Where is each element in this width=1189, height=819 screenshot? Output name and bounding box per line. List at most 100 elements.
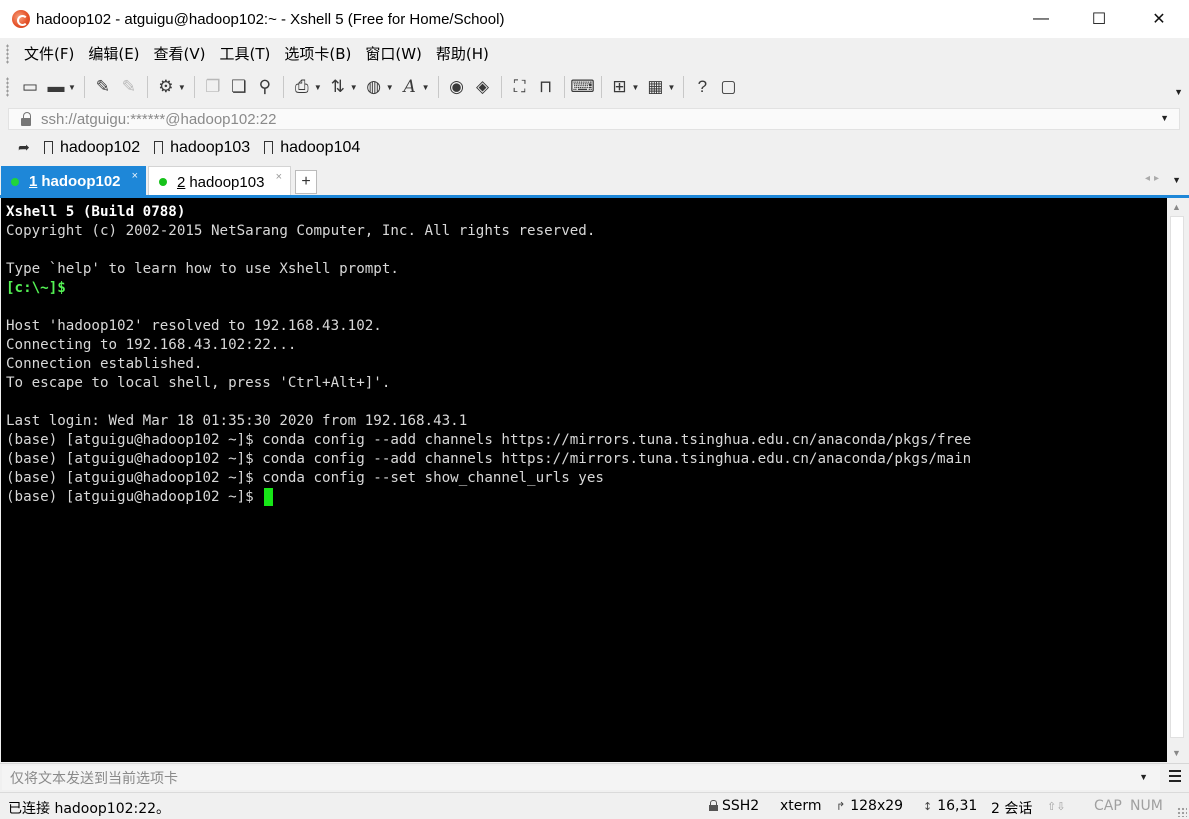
window-title: hadoop102 - atguigu@hadoop102:~ - Xshell… [36, 10, 505, 28]
open-button[interactable]: ▬ ▼ [46, 75, 76, 99]
close-button[interactable]: ✕ [1130, 0, 1188, 38]
address-value: ssh://atguigu:******@hadoop102:22 [41, 110, 277, 128]
transfer-icon: ⇅ [330, 77, 345, 96]
scroll-down-icon[interactable]: ▼ [1172, 748, 1181, 758]
xagent-button[interactable]: ◈ [473, 75, 493, 99]
terminal-line: Copyright (c) 2002-2015 NetSarang Comput… [6, 223, 596, 239]
cursor-position-icon: ↕ [923, 800, 933, 813]
chevron-down-icon[interactable]: ▼ [68, 83, 76, 92]
menu-edit[interactable]: 编辑(E) [81, 43, 146, 64]
menu-tools[interactable]: 工具(T) [213, 43, 278, 64]
address-bar: ssh://atguigu:******@hadoop102:22 ▼ [0, 105, 1189, 132]
terminal-line: Last login: Wed Mar 18 01:35:30 2020 fro… [6, 413, 468, 429]
new-session-button[interactable]: ▭ [20, 75, 40, 99]
layout-button[interactable]: ▦ ▼ [645, 75, 675, 99]
open-folder-icon: ▬ [47, 77, 65, 96]
scroll-up-icon[interactable]: ▲ [1172, 202, 1181, 212]
link-hadoop103[interactable]: hadoop103 [154, 139, 250, 157]
menu-help[interactable]: 帮助(H) [429, 43, 496, 64]
properties-button[interactable]: ⚙ ▼ [156, 75, 186, 99]
bookmark-icon [44, 141, 53, 155]
find-button[interactable]: ⚲ [255, 75, 275, 99]
terminal-line: (base) [atguigu@hadoop102 ~]$ conda conf… [6, 470, 604, 486]
terminal-line: Host 'hadoop102' resolved to 192.168.43.… [6, 318, 382, 334]
terminal-line: To escape to local shell, press 'Ctrl+Al… [6, 375, 391, 391]
resize-arrow-icon: ↱ [836, 800, 846, 813]
font-icon: A [403, 77, 416, 97]
new-tab-button[interactable]: + [295, 170, 317, 194]
terminal-cursor [264, 488, 274, 506]
tab-close-icon[interactable]: × [132, 170, 138, 182]
chevron-down-icon[interactable]: ▼ [178, 83, 186, 92]
chevron-down-icon[interactable]: ▼ [386, 83, 394, 92]
chevron-down-icon[interactable]: ▼ [1139, 772, 1148, 782]
copy-button[interactable]: ❐ [203, 75, 223, 99]
menu-file[interactable]: 文件(F) [17, 43, 81, 64]
tab-scroll-arrows-icon[interactable]: ◂▸ [1145, 173, 1163, 184]
tab-hadoop103[interactable]: 2 hadoop103 × [148, 166, 291, 197]
tab-close-icon[interactable]: × [276, 171, 282, 183]
chevron-down-icon[interactable]: ▼ [667, 83, 675, 92]
terminal-line: Connection established. [6, 356, 203, 372]
terminal-scrollbar[interactable]: ▲ ▼ [1167, 198, 1188, 762]
font-button[interactable]: A ▼ [400, 75, 430, 99]
xftp-button[interactable]: ◉ [447, 75, 467, 99]
transfer-button[interactable]: ⇅ ▼ [328, 75, 358, 99]
toolbar-separator [146, 76, 148, 98]
menubar-grip-icon[interactable] [6, 43, 9, 64]
lock-button[interactable]: ⊓ [536, 75, 556, 99]
keyboard-button[interactable]: ⌨ [570, 75, 595, 99]
resize-grip-icon[interactable] [1177, 807, 1187, 817]
menu-window[interactable]: 窗口(W) [358, 43, 429, 64]
chevron-down-icon[interactable]: ▼ [422, 83, 430, 92]
hamburger-menu-icon[interactable] [1169, 770, 1181, 782]
scroll-thumb[interactable] [1170, 216, 1184, 738]
print-icon: ⎙ [295, 77, 309, 96]
print-button[interactable]: ⎙ ▼ [292, 75, 322, 99]
menu-tabs[interactable]: 选项卡(B) [277, 43, 358, 64]
add-tab-button[interactable]: ⊞ ▼ [610, 75, 640, 99]
minimize-button[interactable]: — [1012, 0, 1070, 38]
compose-input[interactable]: 仅将文本发送到当前选项卡 ▼ [2, 766, 1160, 790]
find-icon: ⚲ [258, 77, 272, 96]
tab-bar: 1 hadoop102 × 2 hadoop103 × + ◂▸ ▼ [0, 163, 1189, 197]
lock-icon [709, 800, 718, 811]
help-button[interactable]: ? [692, 75, 712, 99]
address-field[interactable]: ssh://atguigu:******@hadoop102:22 ▼ [8, 108, 1180, 130]
disconnect-button[interactable]: ✎ [119, 75, 139, 99]
fullscreen-icon: ⛶ [513, 77, 526, 96]
link-hadoop102[interactable]: hadoop102 [44, 139, 140, 157]
maximize-button[interactable]: ☐ [1070, 0, 1128, 38]
bookmark-icon [264, 141, 274, 155]
title-bar[interactable]: hadoop102 - atguigu@hadoop102:~ - Xshell… [0, 0, 1189, 38]
globe-button[interactable]: ◍ ▼ [364, 75, 394, 99]
links-arrow-icon[interactable]: ➦ [18, 139, 34, 156]
terminal-line: Xshell 5 (Build 0788) [6, 204, 186, 220]
chevron-down-icon[interactable]: ▼ [314, 83, 322, 92]
toolbar-separator [282, 76, 284, 98]
layout-icon: ▦ [647, 77, 664, 96]
menu-view[interactable]: 查看(V) [147, 43, 213, 64]
connect-button[interactable]: ✎ [93, 75, 113, 99]
new-session-icon: ▭ [21, 77, 39, 96]
chat-button[interactable]: ▢ [718, 75, 738, 99]
tab-hadoop102[interactable]: 1 hadoop102 × [1, 166, 146, 197]
toolbar-grip-icon[interactable] [6, 77, 9, 97]
link-hadoop104[interactable]: hadoop104 [264, 139, 360, 157]
tab-list-chevron-icon[interactable]: ▼ [1172, 175, 1181, 185]
lock-icon [21, 112, 33, 126]
fullscreen-button[interactable]: ⛶ [510, 75, 530, 99]
terminal-output[interactable]: Xshell 5 (Build 0788) Copyright (c) 2002-… [1, 198, 1167, 762]
toolbar-separator [193, 76, 195, 98]
chevron-down-icon[interactable]: ▼ [350, 83, 358, 92]
chevron-down-icon[interactable]: ▼ [632, 83, 640, 92]
terminal-line: (base) [atguigu@hadoop102 ~]$ conda conf… [6, 432, 972, 448]
cursor-position-status: ↕ 16,31 [923, 798, 978, 814]
paste-button[interactable]: ❏ [229, 75, 249, 99]
toolbar-overflow-icon[interactable]: ▼ [1174, 87, 1183, 97]
sessions-count-status: 2 会话 [991, 801, 1033, 817]
disconnect-icon: ✎ [121, 77, 137, 96]
chevron-down-icon[interactable]: ▼ [1160, 113, 1169, 123]
terminal-line: [c:\~]$ [6, 280, 66, 296]
